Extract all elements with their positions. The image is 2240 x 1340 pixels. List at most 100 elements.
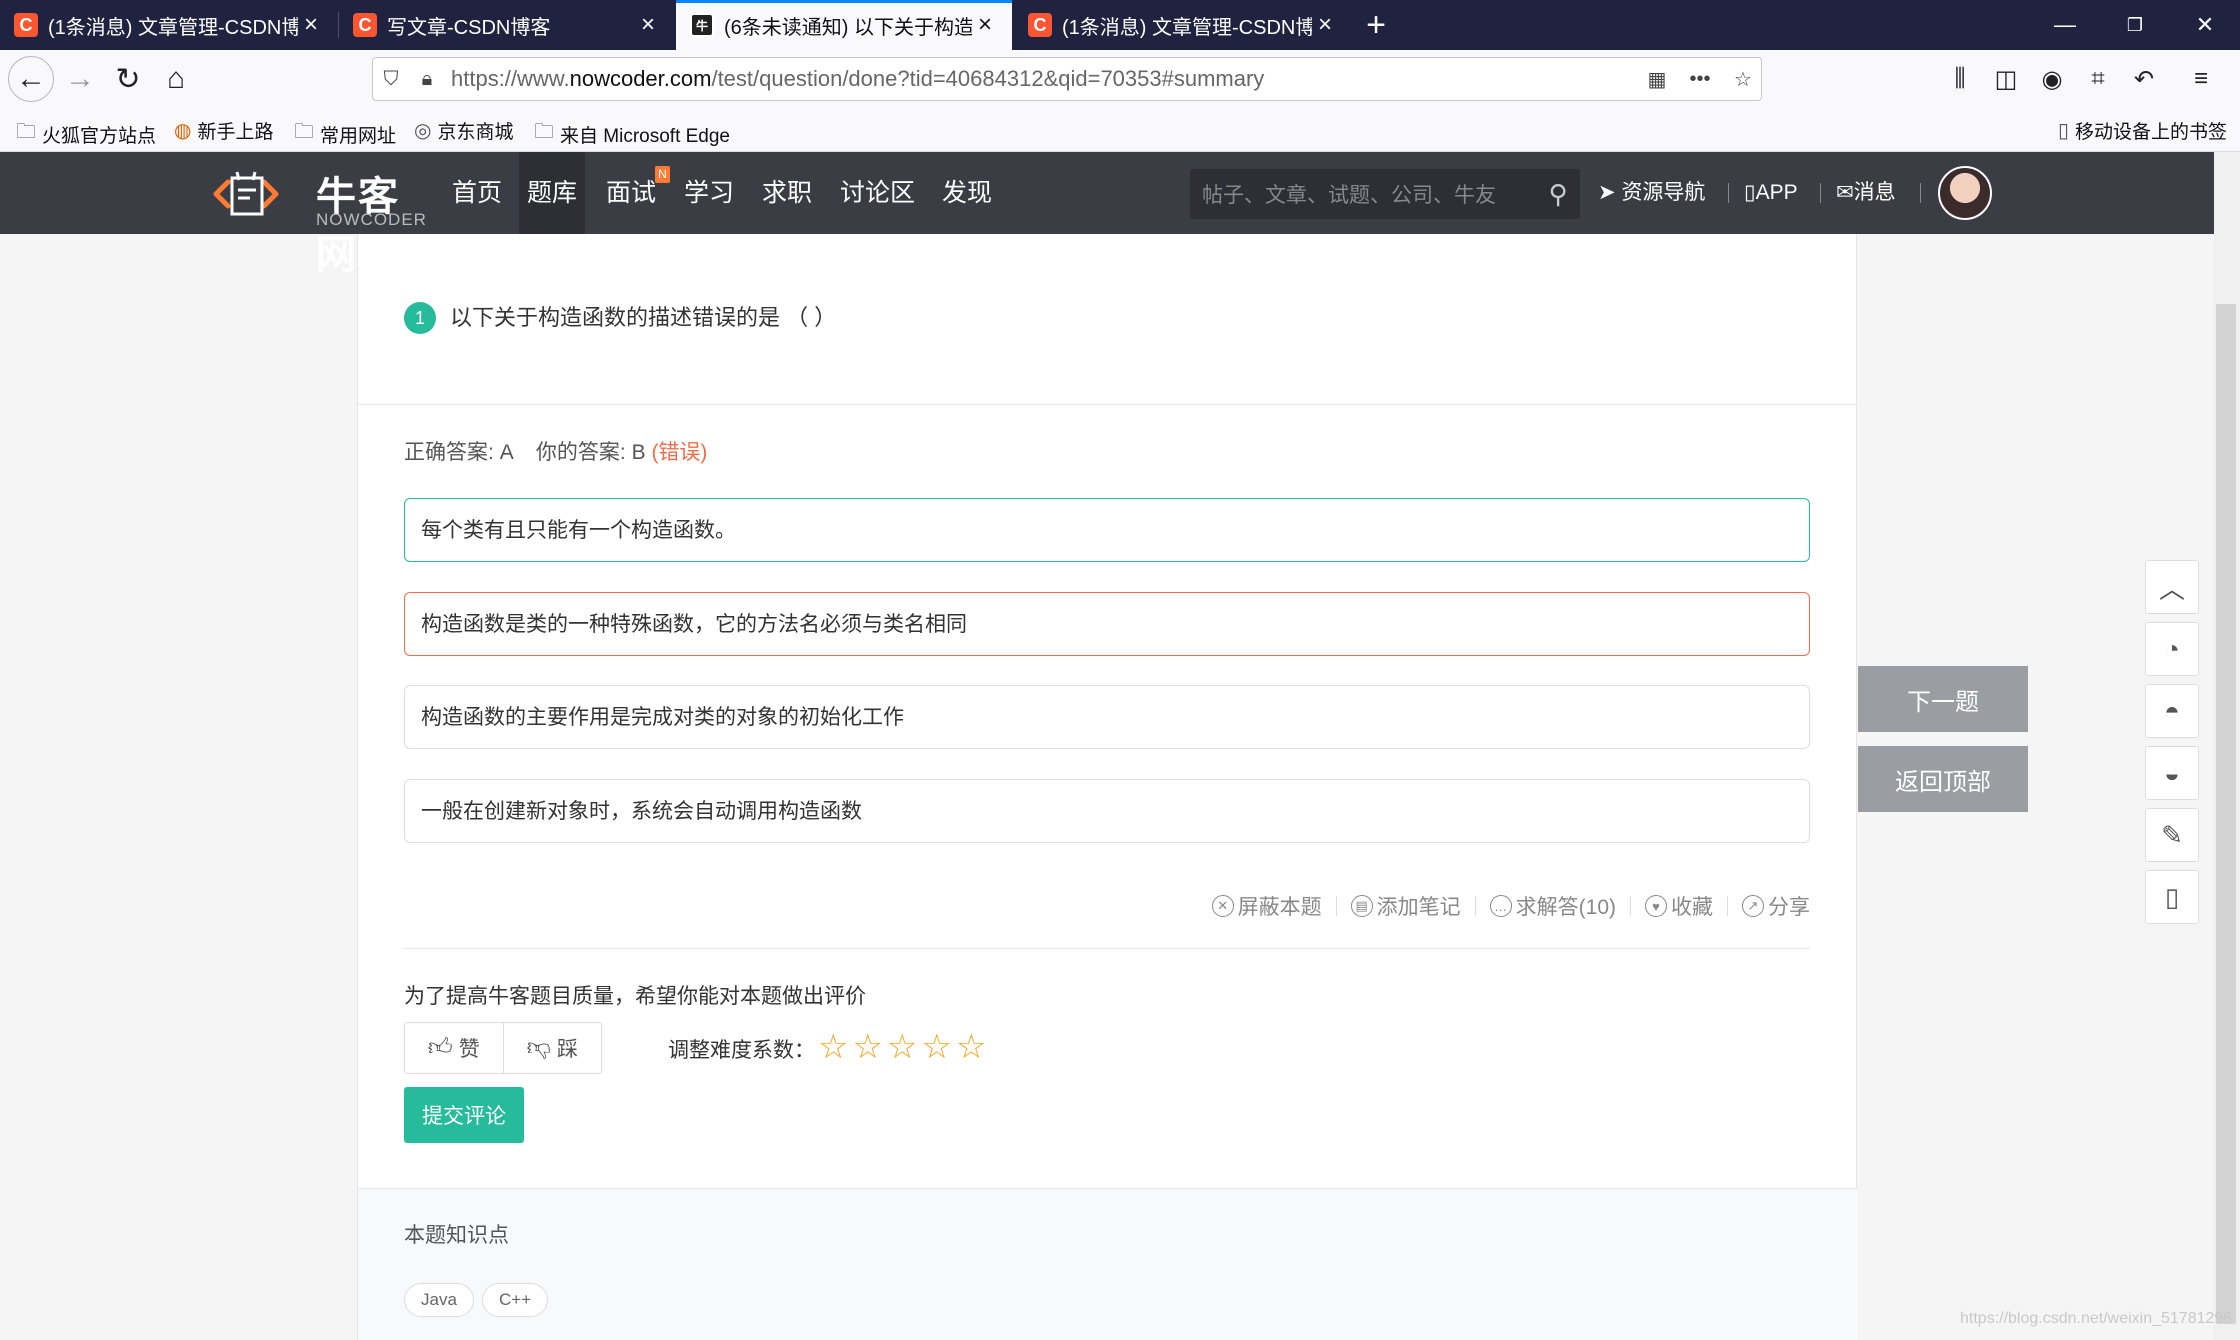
undo-icon[interactable]: ↶ <box>2122 58 2166 100</box>
url-bar[interactable]: ⛉ 🔒︎ https://www.nowcoder.com/test/quest… <box>372 57 1762 101</box>
nav-discussion[interactable]: 讨论区 <box>832 152 923 234</box>
watermark: https://blog.csdn.net/weixin_51781296 <box>1960 1310 2233 1327</box>
verdict-label: (错误) <box>651 441 708 464</box>
close-tab-icon[interactable]: × <box>1312 11 1338 39</box>
browser-tab-4[interactable]: C (1条消息) 文章管理-CSDN博客 × <box>1014 0 1352 50</box>
share-button[interactable]: ↗ 分享 <box>1742 891 1810 921</box>
messages-link[interactable]: ✉消息 <box>1836 152 1896 234</box>
shield-icon[interactable]: ⛉ <box>373 68 409 91</box>
add-note-button[interactable]: ▤ 添加笔记 <box>1350 891 1461 921</box>
sidebar-icon[interactable]: ◫ <box>1984 58 2028 100</box>
weibo-icon[interactable]: ◔ <box>2145 622 2199 676</box>
ask-answer-button[interactable]: … 求解答(10) <box>1489 891 1616 921</box>
star-icon[interactable]: ☆ <box>818 1028 848 1066</box>
knowledge-points-section: 本题知识点 Java C++ <box>358 1188 1858 1340</box>
submit-review-button[interactable]: 提交评论 <box>404 1087 524 1143</box>
site-header: 牛客网 NOWCODER 首页 题库 面试 N 学习 求职 讨论区 发现 帖子、文… <box>0 152 2240 277</box>
back-to-top-button[interactable]: 返回顶部 <box>1858 746 2028 812</box>
option-b[interactable]: 构造函数是类的一种特殊函数，它的方法名必须与类名相同 <box>404 592 1810 656</box>
search-icon[interactable]: ⚲ <box>1536 179 1580 210</box>
close-tab-icon[interactable]: × <box>635 11 661 39</box>
phone-icon: ▯ <box>1744 181 1756 204</box>
library-icon[interactable]: ⫼ <box>1938 58 1982 100</box>
action-separator <box>1474 896 1476 916</box>
firefox-icon: ◍ <box>174 120 192 142</box>
bookmark-star-icon[interactable]: ☆ <box>1725 67 1761 92</box>
divider <box>404 948 1810 949</box>
lock-icon[interactable]: 🔒︎ <box>409 68 445 91</box>
forward-arrow-icon[interactable]: → <box>58 58 102 100</box>
block-question-button[interactable]: ✕ 屏蔽本题 <box>1211 891 1322 921</box>
nav-jobs[interactable]: 求职 <box>754 152 820 234</box>
divider <box>358 404 1858 405</box>
nowcoder-favicon-icon: 牛 <box>690 13 714 37</box>
nowcoder-logo[interactable]: 牛客网 NOWCODER <box>206 160 436 277</box>
qq-icon[interactable]: ◓ <box>2145 684 2199 738</box>
mobile-icon[interactable]: ▯ <box>2145 870 2199 924</box>
new-tab-button[interactable]: + <box>1356 0 1396 50</box>
favorite-button[interactable]: ♥ 收藏 <box>1645 891 1713 921</box>
avatar[interactable] <box>1938 166 1992 220</box>
bookmark-item[interactable]: 🗀 火狐官方站点 <box>16 117 156 151</box>
mobile-bookmarks[interactable]: ▯ 移动设备上的书签 <box>2058 117 2227 144</box>
browser-tab-3-active[interactable]: 牛 (6条未读通知) 以下关于构造函 × <box>676 0 1012 50</box>
option-a[interactable]: 每个类有且只能有一个构造函数。 <box>404 498 1810 562</box>
back-arrow-icon[interactable]: ← <box>8 56 54 102</box>
next-question-button[interactable]: 下一题 <box>1858 666 2028 732</box>
star-icon[interactable]: ☆ <box>956 1028 986 1066</box>
nav-interview[interactable]: 面试 N <box>598 152 671 234</box>
pencil-icon[interactable]: ✎ <box>2145 808 2199 862</box>
tag-java[interactable]: Java <box>404 1283 474 1317</box>
question-card: 1 以下关于构造函数的描述错误的是 （ ） 正确答案: A 你的答案: B (错… <box>357 234 1858 1340</box>
url-text[interactable]: https://www.nowcoder.com/test/question/d… <box>445 66 1639 92</box>
restore-button[interactable]: ❐ <box>2100 0 2170 50</box>
bookmark-item[interactable]: ◎ 京东商城 <box>414 117 513 144</box>
browser-tab-2[interactable]: C 写文章-CSDN博客 × <box>339 0 675 50</box>
menu-icon[interactable]: ≡ <box>2186 58 2216 100</box>
difficulty-stars: ☆ ☆ ☆ ☆ ☆ <box>818 1028 990 1066</box>
globe-icon: ◎ <box>414 120 432 142</box>
bookmark-item[interactable]: ◍ 新手上路 <box>174 117 273 144</box>
close-tab-icon[interactable]: × <box>972 11 998 39</box>
action-separator <box>1335 896 1337 916</box>
question-text: 以下关于构造函数的描述错误的是 （ ） <box>450 305 837 330</box>
nav-discover[interactable]: 发现 <box>934 152 1000 234</box>
minimize-button[interactable]: — <box>2030 0 2100 50</box>
site-search-input[interactable]: 帖子、文章、试题、公司、牛友 ⚲ <box>1190 169 1580 219</box>
vote-group: 👍︎ 赞 👎︎ 踩 <box>404 1022 602 1074</box>
close-window-button[interactable]: ✕ <box>2170 0 2240 50</box>
home-icon[interactable]: ⌂ <box>154 58 198 100</box>
answer-summary: 正确答案: A 你的答案: B (错误) <box>404 441 708 464</box>
reload-icon[interactable]: ↻ <box>106 58 150 100</box>
option-d[interactable]: 一般在创建新对象时，系统会自动调用构造函数 <box>404 779 1810 843</box>
chevron-up-icon[interactable]: ︿ <box>2145 560 2199 614</box>
navigation-arrow-icon: ➤ <box>1598 181 1622 204</box>
resource-nav-link[interactable]: ➤ 资源导航 <box>1598 152 1705 234</box>
thumbs-down-icon: 👎︎ <box>526 1034 551 1061</box>
bookmark-item[interactable]: 🗀 来自 Microsoft Edge <box>534 117 730 151</box>
option-c[interactable]: 构造函数的主要作用是完成对类的对象的初始化工作 <box>404 685 1810 749</box>
nav-home[interactable]: 首页 <box>444 152 510 234</box>
app-link[interactable]: ▯APP <box>1744 152 1798 234</box>
screenshot-icon[interactable]: ⌗ <box>2076 58 2120 100</box>
nav-question-bank[interactable]: 题库 <box>519 152 586 234</box>
dislike-button[interactable]: 👎︎ 踩 <box>502 1023 602 1073</box>
qr-code-icon[interactable]: ▦ <box>1639 67 1675 92</box>
note-icon: ▤ <box>1350 895 1373 917</box>
star-icon[interactable]: ☆ <box>852 1028 882 1066</box>
page-actions-icon[interactable]: ••• <box>1675 68 1725 91</box>
bookmark-item[interactable]: 🗀 常用网址 <box>294 117 396 151</box>
star-icon[interactable]: ☆ <box>921 1028 951 1066</box>
nav-learn[interactable]: 学习 <box>676 152 742 234</box>
browser-tab-1[interactable]: C (1条消息) 文章管理-CSDN博客 × <box>0 0 338 50</box>
close-tab-icon[interactable]: × <box>298 11 324 39</box>
browser-tab-strip: C (1条消息) 文章管理-CSDN博客 × C 写文章-CSDN博客 × 牛 … <box>0 0 2240 50</box>
scrollbar-thumb[interactable] <box>2216 304 2236 1324</box>
star-icon[interactable]: ☆ <box>887 1028 917 1066</box>
tag-cpp[interactable]: C++ <box>482 1283 549 1317</box>
tab-title: (1条消息) 文章管理-CSDN博客 <box>1062 16 1312 39</box>
account-icon[interactable]: ◉ <box>2030 58 2074 100</box>
tab-title: 写文章-CSDN博客 <box>387 16 551 39</box>
like-button[interactable]: 👍︎ 赞 <box>405 1023 503 1073</box>
wechat-icon[interactable]: ◒ <box>2145 746 2199 800</box>
